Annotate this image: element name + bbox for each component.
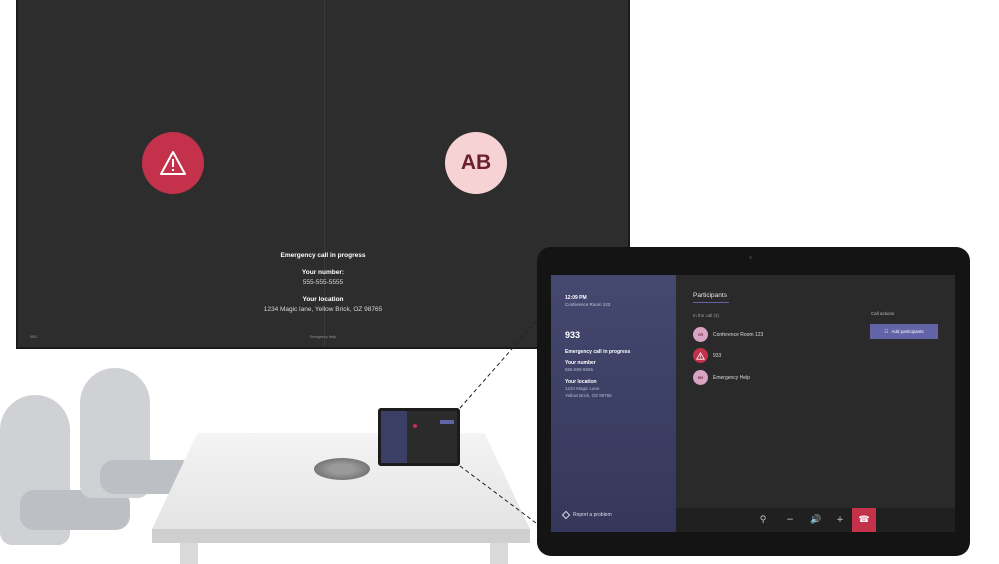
tab-underline bbox=[693, 302, 729, 303]
mini-tablet bbox=[378, 408, 460, 466]
tab-participants[interactable]: Participants bbox=[693, 292, 727, 299]
table-leg bbox=[180, 540, 198, 564]
conference-table bbox=[152, 433, 530, 529]
participants-panel: Participants In the call (3) CR Conferen… bbox=[676, 275, 955, 532]
mini-tablet-left-pane bbox=[381, 411, 407, 463]
add-participants-label: Add participants bbox=[891, 329, 924, 334]
participant-row[interactable]: EH Emergency Help bbox=[693, 370, 750, 385]
participant-row[interactable]: 933 bbox=[693, 348, 721, 363]
warning-icon bbox=[160, 151, 186, 175]
call-info-panel: 12:09 PM Conference Room 123 933 Emergen… bbox=[551, 275, 676, 532]
mini-tablet-dot bbox=[413, 424, 417, 428]
add-participants-button[interactable]: ☷ Add participants bbox=[870, 324, 938, 339]
emergency-alert-avatar bbox=[142, 132, 204, 194]
add-people-icon: ☷ bbox=[884, 328, 889, 334]
participant-avatar bbox=[693, 348, 708, 363]
room-speaker bbox=[314, 458, 370, 480]
call-status: Emergency call in progress bbox=[565, 349, 631, 355]
your-number-value: 555-555-5555 bbox=[565, 367, 594, 372]
conference-table-edge bbox=[152, 529, 530, 543]
camera-off-button[interactable]: ⚲ bbox=[751, 508, 775, 532]
tablet-camera bbox=[749, 256, 752, 259]
your-location-line2: Yellow Brick, OZ 98765 bbox=[565, 393, 612, 398]
your-number-label: Your number bbox=[565, 360, 596, 366]
plus-icon: + bbox=[836, 515, 844, 525]
participant-avatar-ab: AB bbox=[445, 132, 507, 194]
report-icon bbox=[561, 510, 571, 520]
participant-avatar: CR bbox=[693, 327, 708, 342]
participant-avatar: EH bbox=[693, 370, 708, 385]
room-name: Conference Room 123 bbox=[565, 302, 611, 307]
participant-name: Conference Room 123 bbox=[713, 331, 764, 338]
your-location-label: Your location bbox=[565, 379, 597, 385]
hang-up-icon: ☎ bbox=[858, 515, 870, 525]
participant-row[interactable]: CR Conference Room 123 bbox=[693, 327, 763, 342]
clock-time: 12:09 PM bbox=[565, 295, 587, 301]
hang-up-button[interactable]: ☎ bbox=[852, 508, 876, 532]
speaker-icon: 🔊 bbox=[810, 515, 822, 525]
mini-tablet-button bbox=[440, 420, 454, 424]
minus-icon: − bbox=[786, 515, 794, 525]
call-actions-label: Call actions bbox=[871, 311, 895, 316]
in-call-count: In the call (3) bbox=[693, 313, 720, 318]
call-control-bar: ⚲ − 🔊 + ☎ bbox=[676, 508, 955, 532]
volume-up-button[interactable]: + bbox=[828, 508, 852, 532]
report-problem-link[interactable]: Report a problem bbox=[561, 510, 612, 520]
participant-name: Emergency Help bbox=[713, 374, 750, 381]
warning-icon bbox=[696, 351, 705, 360]
table-leg bbox=[490, 540, 508, 564]
touch-console-tablet: 12:09 PM Conference Room 123 933 Emergen… bbox=[537, 247, 970, 556]
speaker-button[interactable]: 🔊 bbox=[804, 508, 828, 532]
call-number: 933 bbox=[565, 330, 581, 340]
your-location-line1: 1234 Magic Lane bbox=[565, 386, 600, 391]
camera-off-icon: ⚲ bbox=[759, 515, 767, 525]
report-problem-label: Report a problem bbox=[573, 512, 612, 518]
tablet-screen: 12:09 PM Conference Room 123 933 Emergen… bbox=[551, 275, 955, 532]
volume-down-button[interactable]: − bbox=[778, 508, 802, 532]
participant-name: 933 bbox=[713, 352, 722, 359]
mini-tablet-right-pane bbox=[407, 411, 457, 463]
